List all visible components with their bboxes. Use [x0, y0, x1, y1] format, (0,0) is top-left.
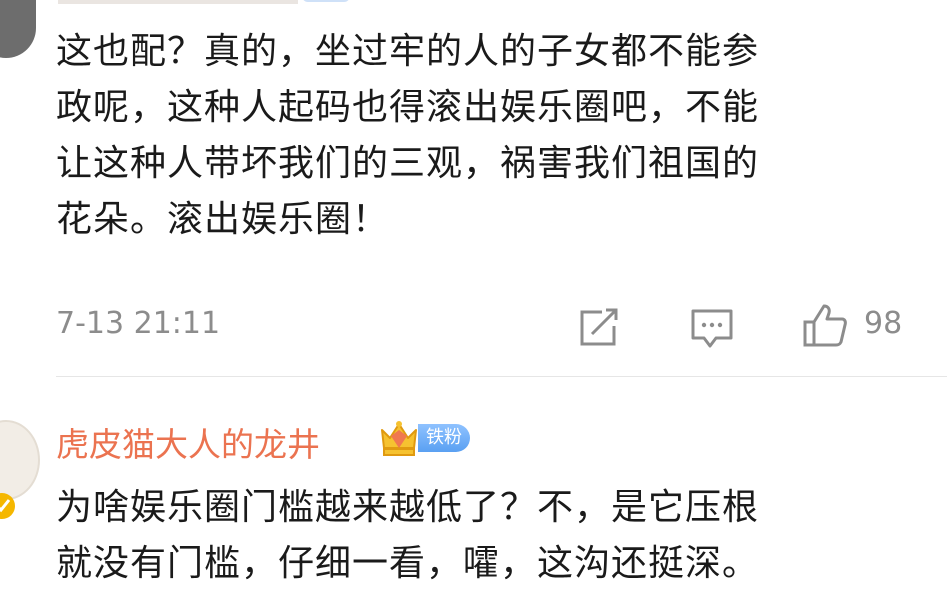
avatar[interactable] [0, 420, 40, 500]
avatar[interactable] [0, 0, 36, 58]
comment-body: 为啥娱乐圈门槛越来越低了？不，是它压根 就没有门槛，仔细一看，嚯，这沟还挺深。 [56, 480, 916, 592]
username[interactable]: 虎皮猫大人的龙井 [56, 418, 320, 466]
comment-timestamp: 7-13 21:11 [56, 306, 221, 341]
fan-badge[interactable]: 铁粉 [378, 418, 472, 458]
comment-body: 这也配？真的，坐过牢的人的子女都不能参 政呢，这种人起码也得滚出娱乐圈吧，不能 … [56, 24, 916, 248]
comment-line: 花朵。滚出娱乐圈！ [56, 199, 390, 240]
badge-label: 铁粉 [418, 424, 470, 452]
comment-line: 就没有门槛，仔细一看，嚯，这沟还挺深。 [56, 543, 760, 584]
comment-line: 为啥娱乐圈门槛越来越低了？不，是它压根 [56, 487, 760, 528]
crown-badge-icon [381, 421, 417, 456]
like-count: 98 [864, 306, 903, 341]
like-icon[interactable] [802, 302, 848, 348]
repost-icon[interactable] [578, 308, 620, 348]
badge-cut [302, 0, 350, 2]
comment-line: 政呢，这种人起码也得滚出娱乐圈吧，不能 [56, 87, 760, 128]
verified-icon [0, 493, 15, 519]
divider [56, 376, 947, 377]
comment-line: 让这种人带坏我们的三观，祸害我们祖国的 [56, 143, 760, 184]
comment-line: 这也配？真的，坐过牢的人的子女都不能参 [56, 31, 760, 72]
comment-icon[interactable] [690, 308, 734, 350]
username-cut [58, 0, 298, 4]
